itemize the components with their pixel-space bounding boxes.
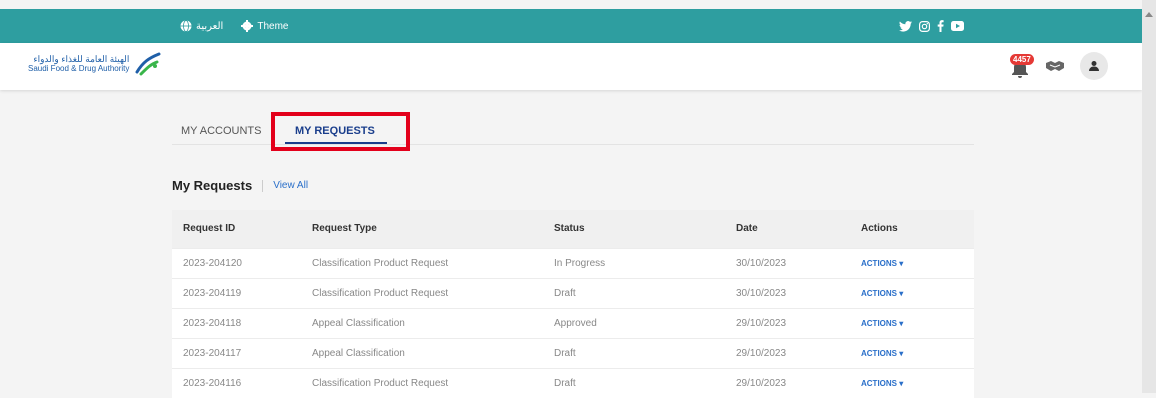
language-switch[interactable]: العربية <box>180 20 223 32</box>
request-date: 29/10/2023 <box>736 317 787 329</box>
table-row: 2023-204116 Classification Product Reque… <box>172 368 974 398</box>
request-type: Appeal Classification <box>312 347 405 359</box>
table-header-row: Request ID Request Type Status Date Acti… <box>172 210 974 248</box>
tab-my-accounts[interactable]: MY ACCOUNTS <box>181 125 261 137</box>
site-header: الهيئة العامة للغذاء والدواء Saudi Food … <box>0 43 1142 90</box>
requests-table: Request ID Request Type Status Date Acti… <box>172 210 974 398</box>
section-title: My Requests <box>172 178 253 193</box>
column-header: Request ID <box>183 223 236 235</box>
table-row: 2023-204120 Classification Product Reque… <box>172 248 974 278</box>
notification-badge: 4457 <box>1010 54 1034 65</box>
view-all-link[interactable]: View All <box>273 180 308 191</box>
page-scrollbar[interactable] <box>1142 0 1156 393</box>
request-id: 2023-204119 <box>183 287 242 299</box>
request-date: 30/10/2023 <box>736 257 787 269</box>
table-row: 2023-204117 Appeal Classification Draft … <box>172 338 974 368</box>
logo-arabic-text: الهيئة العامة للغذاء والدواء <box>33 54 130 64</box>
highlight-annotation-box <box>271 112 410 151</box>
request-type: Classification Product Request <box>312 257 449 269</box>
notifications-button[interactable]: 4457 <box>1008 54 1034 78</box>
logo-english-text: Saudi Food & Drug Authority <box>28 64 130 73</box>
request-type: Classification Product Request <box>312 377 449 389</box>
facebook-icon[interactable] <box>937 20 944 32</box>
request-status: Draft <box>554 287 576 299</box>
user-icon <box>1089 61 1099 71</box>
gear-icon <box>241 20 254 32</box>
section-header: My Requests View All <box>172 178 308 193</box>
actions-dropdown[interactable]: ACTIONS ▾ <box>850 248 974 278</box>
request-status: Draft <box>554 347 576 359</box>
request-date: 29/10/2023 <box>736 347 787 359</box>
instagram-icon[interactable] <box>919 20 930 32</box>
sfda-emblem-icon <box>135 52 161 76</box>
youtube-icon[interactable] <box>951 21 964 31</box>
request-date: 29/10/2023 <box>736 377 787 389</box>
actions-dropdown[interactable]: ACTIONS ▾ <box>850 278 974 308</box>
column-header: Actions <box>861 223 898 235</box>
request-status: In Progress <box>554 257 606 269</box>
request-id: 2023-204120 <box>183 257 242 269</box>
actions-dropdown[interactable]: ACTIONS ▾ <box>850 368 974 398</box>
handshake-icon[interactable] <box>1046 60 1064 72</box>
actions-dropdown[interactable]: ACTIONS ▾ <box>850 338 974 368</box>
globe-icon <box>180 20 192 32</box>
request-date: 30/10/2023 <box>736 287 787 299</box>
request-type: Appeal Classification <box>312 317 405 329</box>
column-header: Status <box>554 223 585 235</box>
column-header: Date <box>736 223 758 235</box>
table-row: 2023-204118 Appeal Classification Approv… <box>172 308 974 338</box>
top-bar: العربية Theme <box>0 9 1142 43</box>
request-status: Approved <box>554 317 597 329</box>
request-id: 2023-204118 <box>183 317 242 329</box>
sfda-logo[interactable]: الهيئة العامة للغذاء والدواء Saudi Food … <box>28 52 161 76</box>
language-label: العربية <box>196 20 224 32</box>
table-row: 2023-204119 Classification Product Reque… <box>172 278 974 308</box>
theme-button[interactable]: Theme <box>241 20 288 32</box>
request-id: 2023-204117 <box>183 347 242 359</box>
twitter-icon[interactable] <box>899 20 912 32</box>
theme-label: Theme <box>257 20 289 32</box>
actions-dropdown[interactable]: ACTIONS ▾ <box>850 308 974 338</box>
divider <box>262 179 264 192</box>
request-id: 2023-204116 <box>183 377 242 389</box>
request-status: Draft <box>554 377 576 389</box>
user-avatar-button[interactable] <box>1080 52 1108 80</box>
request-type: Classification Product Request <box>312 287 449 299</box>
scroll-up-arrow-icon[interactable] <box>1145 12 1153 17</box>
column-header: Request Type <box>312 223 377 235</box>
